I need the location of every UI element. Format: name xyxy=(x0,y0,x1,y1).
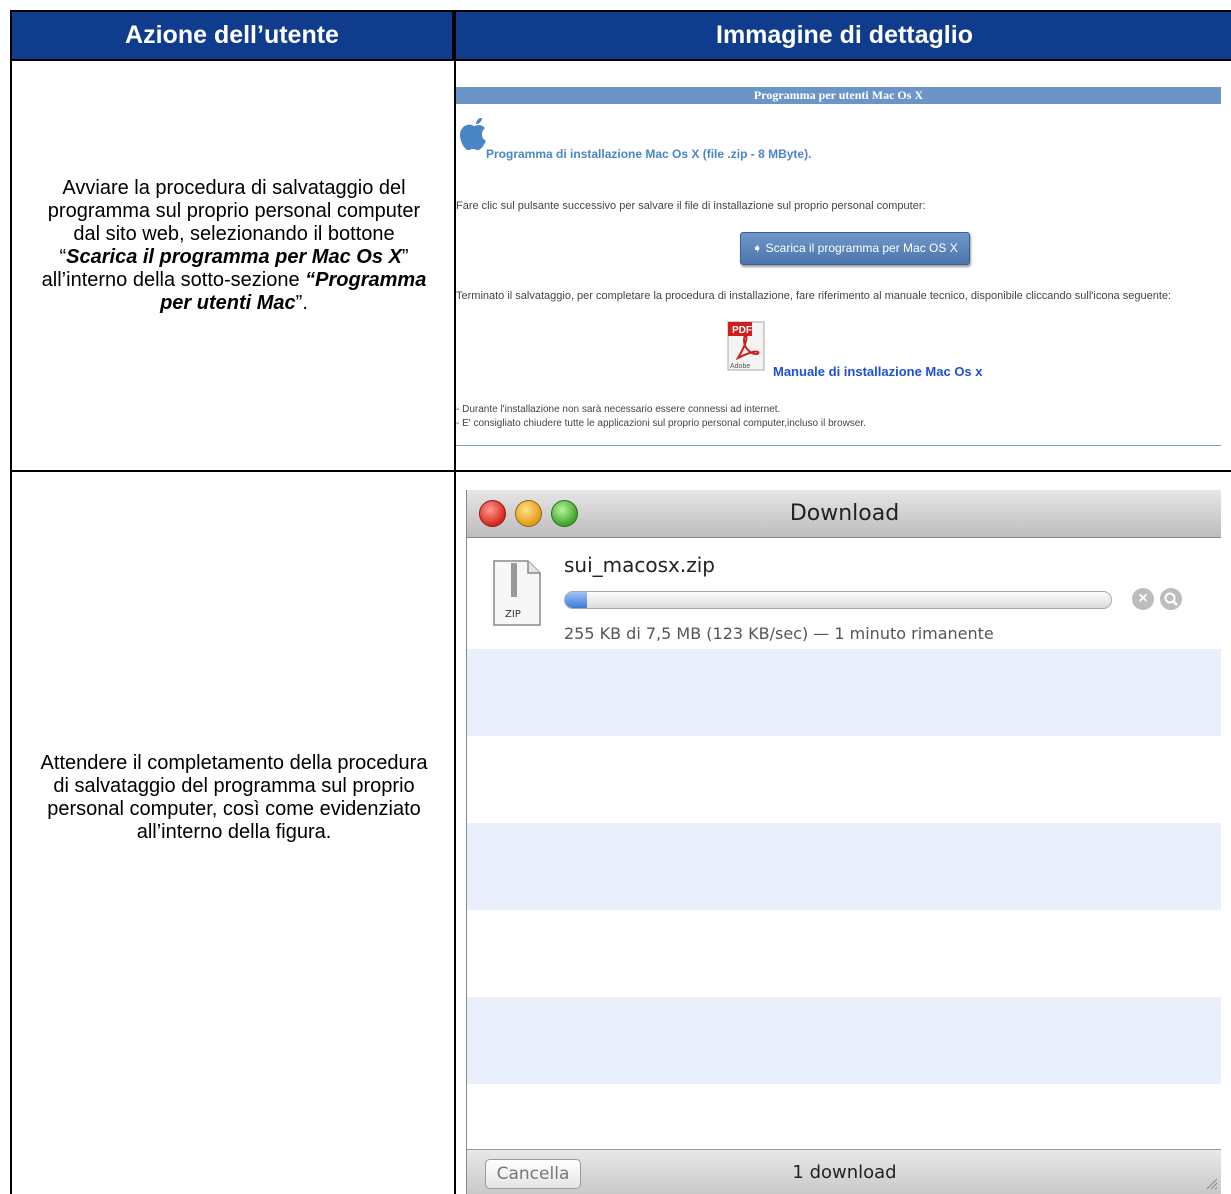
action-text-step2: Attendere il completamento della procedu… xyxy=(40,752,428,843)
stop-download-icon[interactable]: × xyxy=(1132,588,1154,610)
instruction-text: Fare clic sul pulsante successivo per sa… xyxy=(456,200,926,212)
download-item[interactable]: ZIP sui_macosx.zip × 255 KB di 7,5 MB (1… xyxy=(467,539,1221,649)
window-titlebar[interactable]: Download xyxy=(467,490,1221,538)
header-detail-image: Immagine di dettaglio xyxy=(456,12,1231,59)
download-status: 255 KB di 7,5 MB (123 KB/sec) — 1 minuto… xyxy=(564,624,994,643)
installer-link[interactable]: Programma di installazione Mac Os X (fil… xyxy=(486,147,811,161)
after-save-text: Terminato il salvataggio, per completare… xyxy=(456,290,1172,302)
bottom-rule xyxy=(456,445,1221,446)
empty-row xyxy=(467,910,1221,997)
zip-file-icon: ZIP xyxy=(493,560,541,626)
empty-row xyxy=(467,997,1221,1084)
empty-row xyxy=(467,1084,1221,1149)
action-step1-part3: ”. xyxy=(295,292,308,314)
window-bottom-bar: Cancella 1 download xyxy=(467,1149,1221,1194)
adobe-label: Adobe xyxy=(730,363,750,370)
empty-row xyxy=(467,649,1221,736)
download-mac-button[interactable]: ➧ Scarica il programma per Mac OS X xyxy=(740,232,970,265)
pdf-icon[interactable]: PDF Adobe xyxy=(726,320,766,372)
header-divider xyxy=(12,59,1231,61)
resize-grip-icon[interactable] xyxy=(1204,1176,1218,1190)
web-page-detail: Programma per utenti Mac Os X Programma … xyxy=(456,75,1221,457)
clear-list-button[interactable]: Cancella xyxy=(485,1159,581,1189)
download-progress-bar xyxy=(564,591,1112,609)
action-step1-bold1: Scarica il programma per Mac Os X xyxy=(66,246,402,268)
window-title: Download xyxy=(789,501,900,526)
download-progress-fill xyxy=(565,592,587,608)
download-list: ZIP sui_macosx.zip × 255 KB di 7,5 MB (1… xyxy=(467,539,1221,1149)
action-text-step1: Avviare la procedura di salvataggio del … xyxy=(32,177,436,315)
manual-link[interactable]: Manuale di installazione Mac Os x xyxy=(773,364,983,379)
download-filename: sui_macosx.zip xyxy=(564,553,715,577)
section-title-bar: Programma per utenti Mac Os X xyxy=(456,87,1221,104)
reveal-magnifier-icon[interactable] xyxy=(1160,588,1182,610)
download-window: Download ZIP sui_macosx.zip × 255 KB di … xyxy=(466,490,1221,1194)
header-user-action: Azione dell’utente xyxy=(12,12,454,59)
zip-label: ZIP xyxy=(505,609,521,620)
empty-row xyxy=(467,823,1221,910)
apple-icon xyxy=(460,118,486,150)
note-internet: - Durante l'installazione non sarà neces… xyxy=(456,404,781,415)
pdf-label: PDF xyxy=(732,325,752,336)
note-close-apps: - E' consigliato chiudere tutte le appli… xyxy=(456,418,866,429)
row-divider xyxy=(12,470,1231,472)
empty-row xyxy=(467,736,1221,823)
